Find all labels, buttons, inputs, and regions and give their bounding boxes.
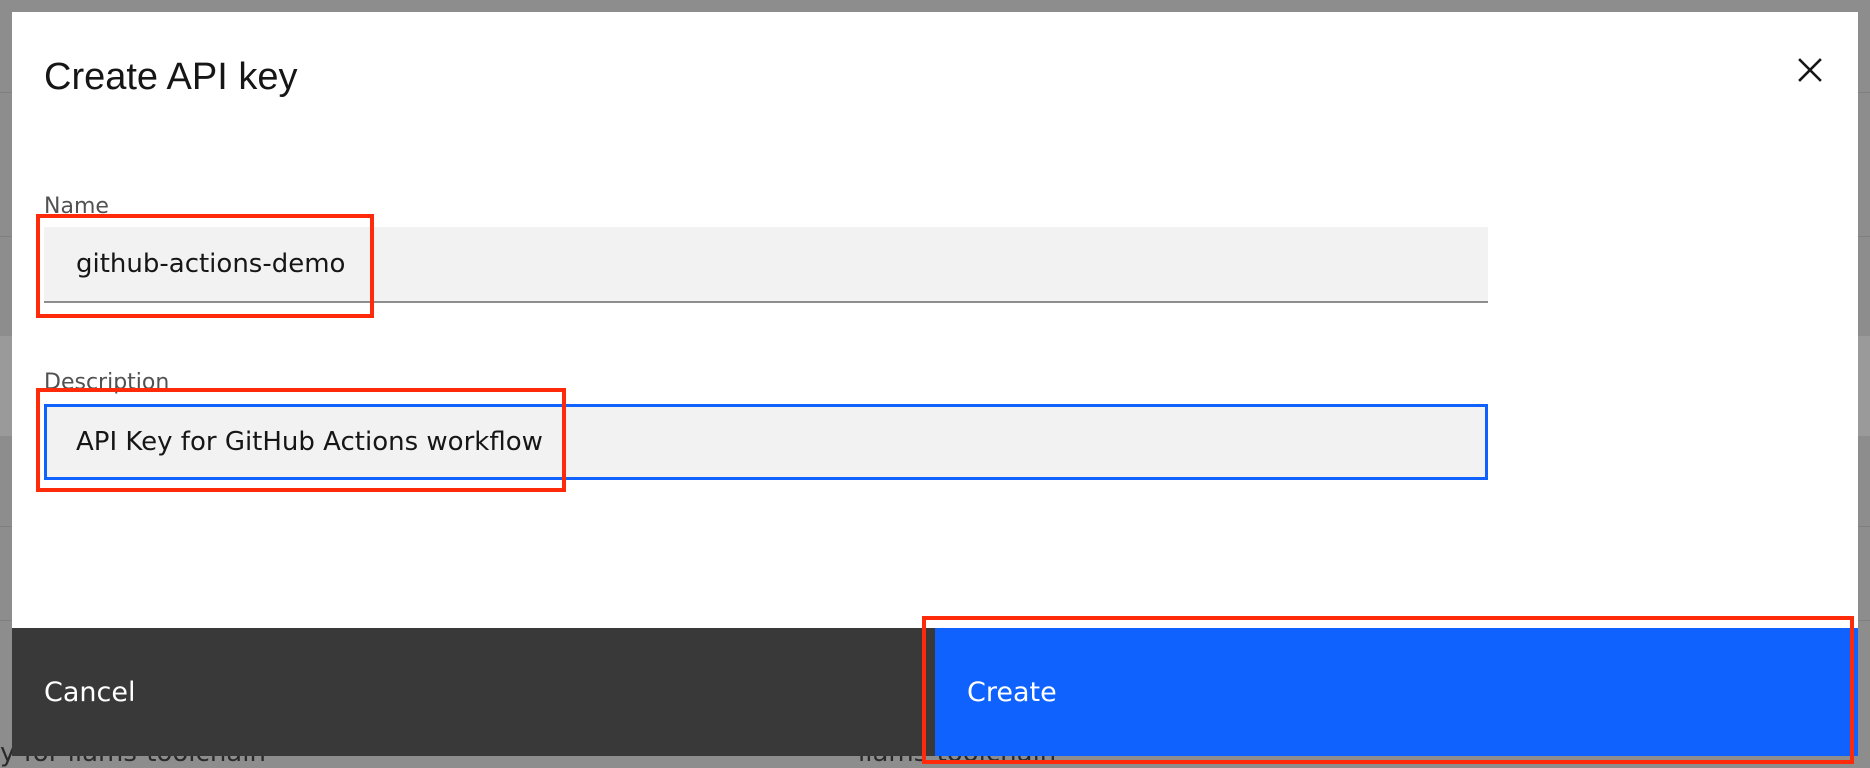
- create-api-key-modal: Create API key Name Description Cancel C…: [12, 12, 1858, 756]
- name-input[interactable]: [44, 227, 1488, 303]
- close-icon: [1798, 58, 1822, 82]
- modal-footer: Cancel Create: [12, 628, 1858, 756]
- cancel-button[interactable]: Cancel: [12, 628, 935, 756]
- modal-title: Create API key: [44, 56, 298, 98]
- create-button[interactable]: Create: [935, 628, 1858, 756]
- name-label: Name: [44, 194, 109, 219]
- description-label: Description: [44, 370, 170, 395]
- description-input[interactable]: [44, 404, 1488, 480]
- close-button[interactable]: [1788, 48, 1832, 92]
